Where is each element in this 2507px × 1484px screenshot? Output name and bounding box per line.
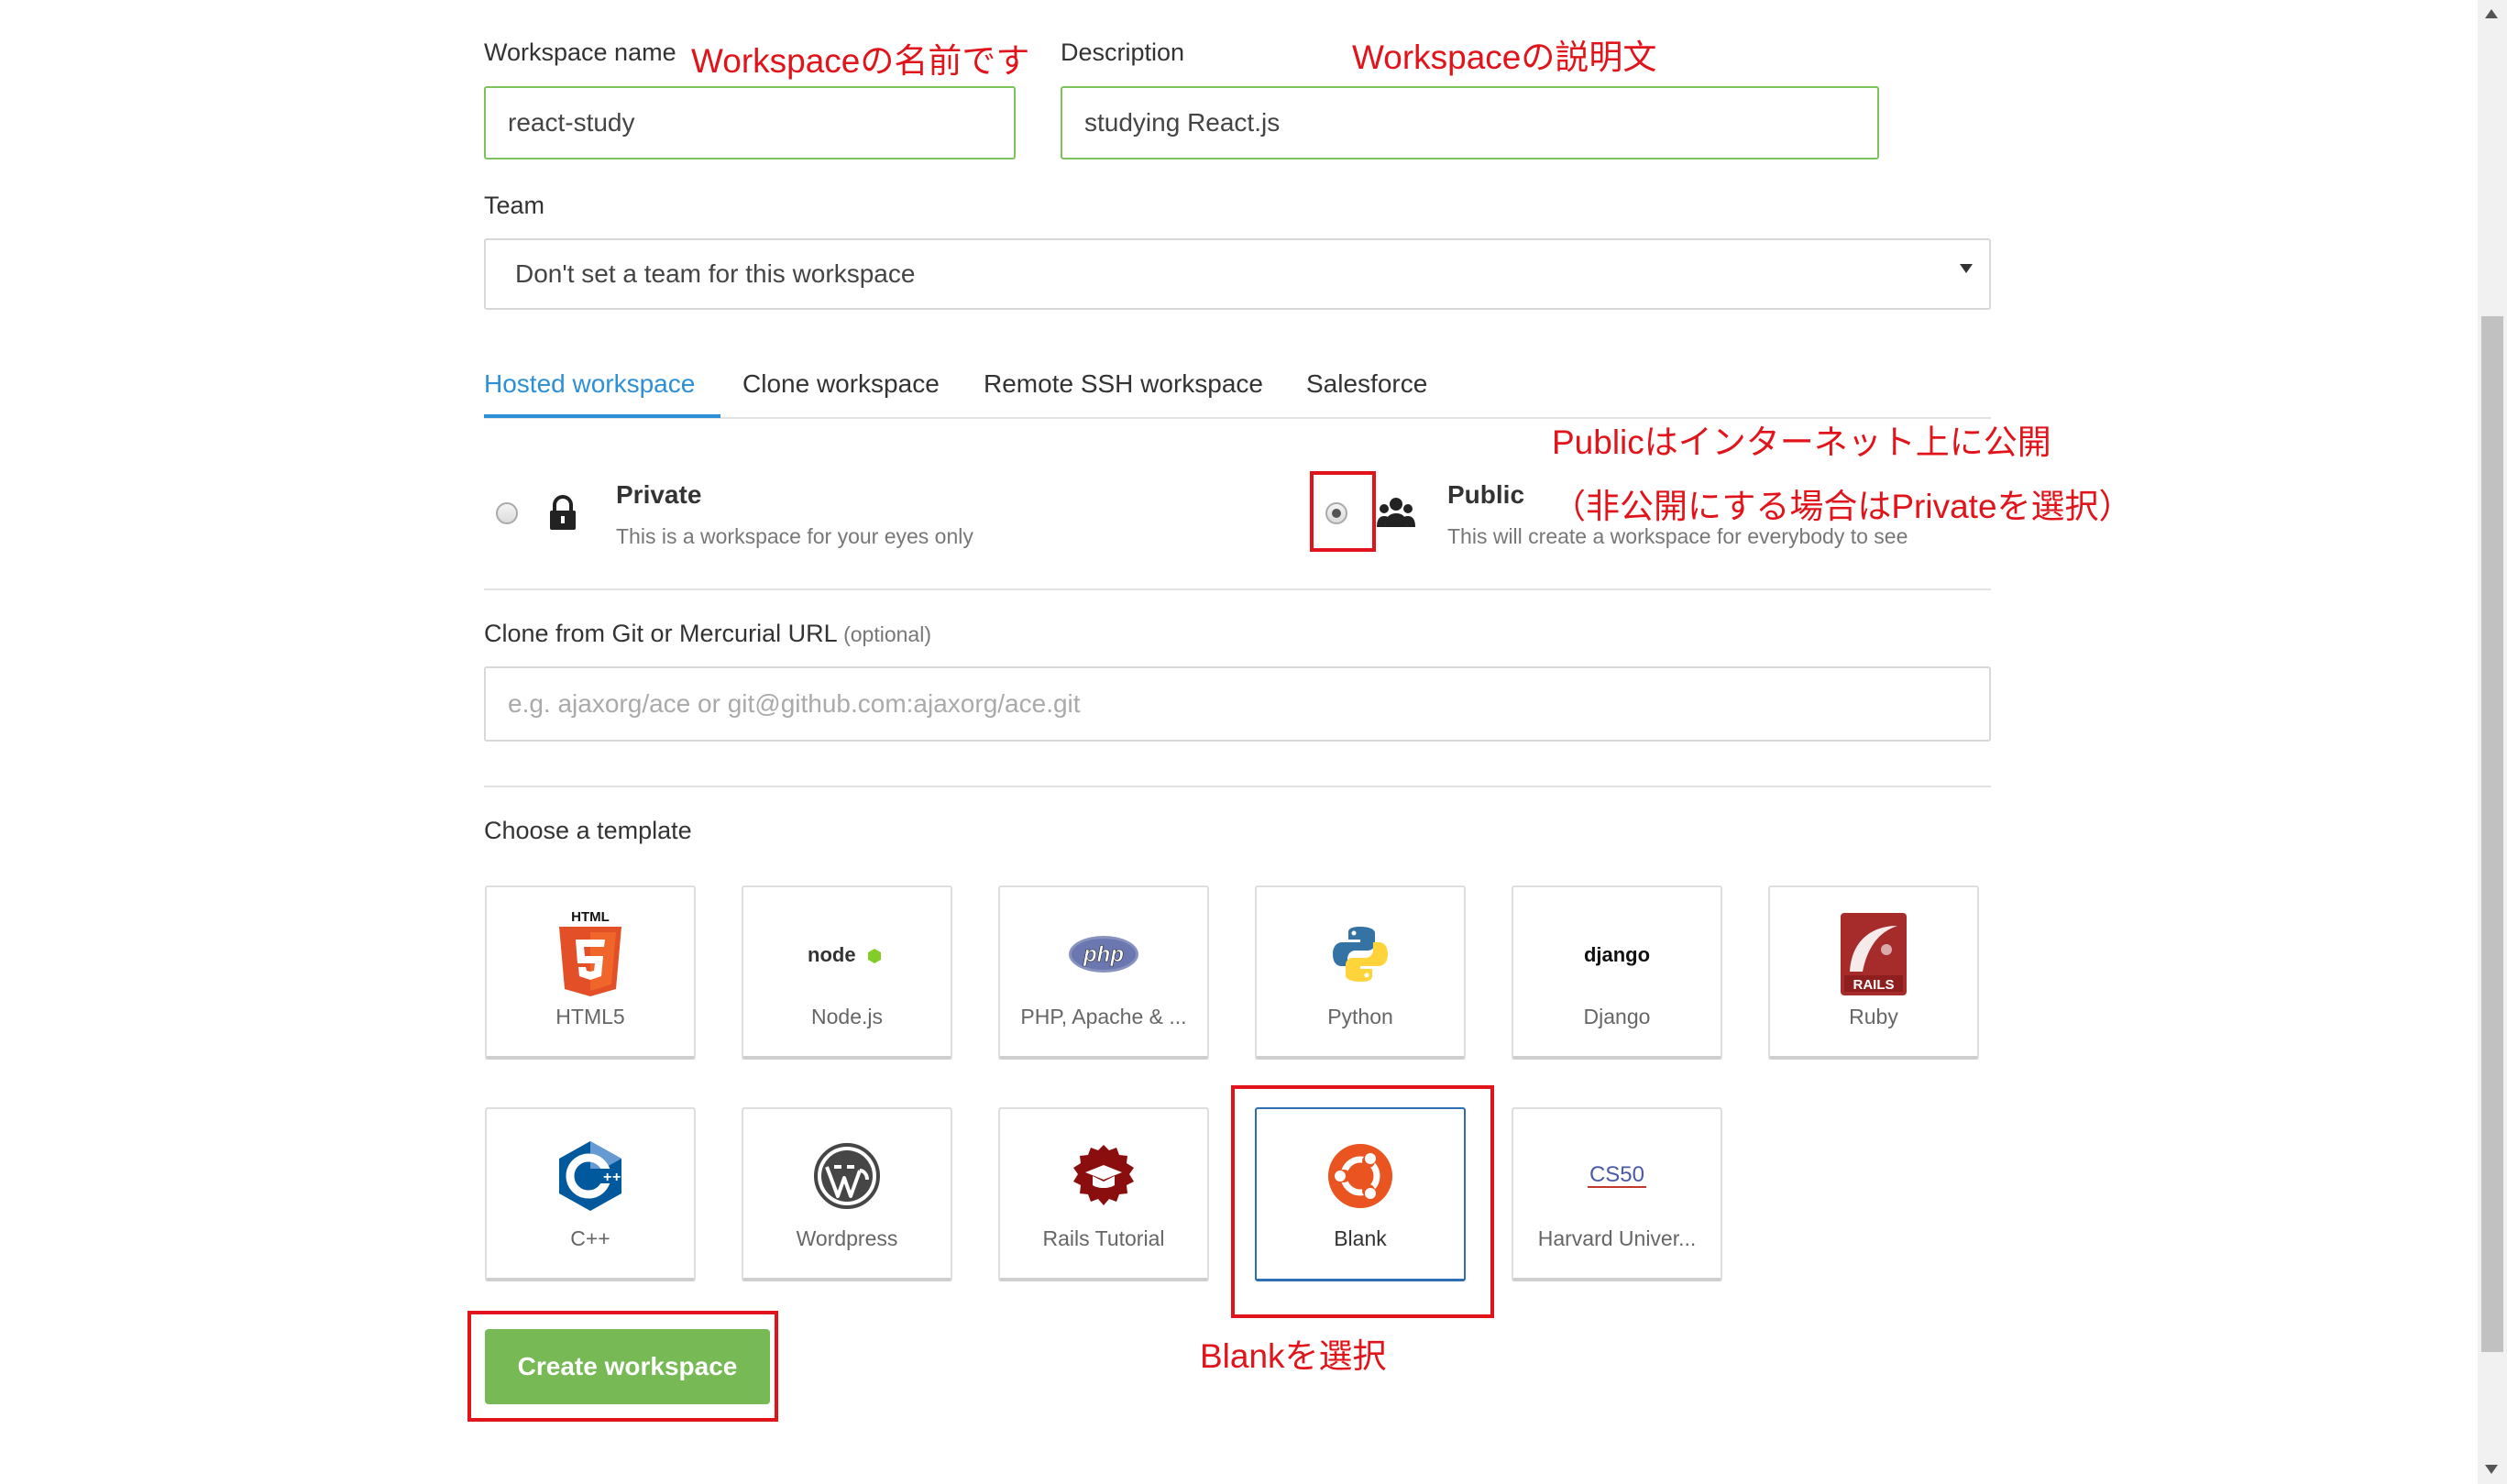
workspace-name-label: Workspace name xyxy=(484,38,676,66)
active-tab-indicator xyxy=(484,414,720,418)
wordpress-logo-icon xyxy=(743,1135,951,1217)
template-rails-tutorial[interactable]: Rails Tutorial xyxy=(998,1107,1209,1281)
annotation-blank: Blankを選択 xyxy=(1200,1337,1387,1375)
private-radio[interactable] xyxy=(496,502,518,524)
svg-text:django: django xyxy=(1584,943,1650,966)
python-logo-icon xyxy=(1257,913,1464,995)
svg-text:node: node xyxy=(808,943,856,966)
scroll-up-arrow-icon[interactable] xyxy=(2485,9,2498,18)
template-name: C++ xyxy=(570,1226,610,1250)
template-wordpress[interactable]: Wordpress xyxy=(742,1107,952,1281)
template-harvard-cs50[interactable]: CS50 Harvard Univer... xyxy=(1512,1107,1722,1281)
html5-logo-icon: HTML xyxy=(487,909,694,996)
template-name: PHP, Apache & ... xyxy=(1020,1005,1187,1028)
team-select[interactable]: Don't set a team for this workspace xyxy=(484,238,1991,310)
template-name: Wordpress xyxy=(796,1226,898,1250)
template-name: HTML5 xyxy=(555,1005,625,1028)
annotation-public-2: （非公開にする場合はPrivateを選択） xyxy=(1552,488,2133,525)
annotation-public-1: Publicはインターネット上に公開 xyxy=(1552,423,2051,461)
template-nodejs[interactable]: node Node.js xyxy=(742,885,952,1060)
annotation-description: Workspaceの説明文 xyxy=(1352,38,1657,76)
choose-template-label: Choose a template xyxy=(484,817,692,844)
workspace-name-input[interactable] xyxy=(484,86,1016,159)
template-cpp[interactable]: + + C++ xyxy=(485,1107,696,1281)
template-name: Ruby xyxy=(1849,1005,1898,1028)
svg-text:+: + xyxy=(612,1170,621,1185)
tab-salesforce[interactable]: Salesforce xyxy=(1306,369,1427,399)
tab-hosted-workspace[interactable]: Hosted workspace xyxy=(484,369,695,399)
cs50-logo-icon: CS50 xyxy=(1513,1135,1721,1217)
description-input[interactable] xyxy=(1061,86,1879,159)
template-name: Harvard Univer... xyxy=(1537,1226,1697,1250)
template-name: Node.js xyxy=(811,1005,883,1028)
clone-url-label: Clone from Git or Mercurial URL (optiona… xyxy=(484,620,931,648)
public-subtitle: This will create a workspace for everybo… xyxy=(1447,524,1908,548)
tab-remote-ssh-workspace[interactable]: Remote SSH workspace xyxy=(984,369,1263,399)
template-python[interactable]: Python xyxy=(1255,885,1466,1060)
clone-url-label-text: Clone from Git or Mercurial URL xyxy=(484,620,837,647)
team-select-value: Don't set a team for this workspace xyxy=(515,259,916,288)
svg-text:CS50: CS50 xyxy=(1589,1162,1644,1187)
rails-logo-icon: RAILS xyxy=(1770,913,1977,995)
team-label: Team xyxy=(484,192,545,219)
highlight-blank-template xyxy=(1231,1085,1494,1318)
template-django[interactable]: django Django xyxy=(1512,885,1722,1060)
template-html5[interactable]: HTML HTML5 xyxy=(485,885,696,1060)
php-logo-icon: php xyxy=(1000,913,1207,995)
template-name: Rails Tutorial xyxy=(1042,1226,1165,1250)
highlight-create-button xyxy=(467,1311,778,1422)
nodejs-logo-icon: node xyxy=(743,913,951,995)
rails-tutorial-logo-icon xyxy=(1000,1135,1207,1217)
public-title: Public xyxy=(1447,480,1525,509)
annotation-workspace-name: Workspaceの名前です xyxy=(691,42,1030,80)
private-subtitle: This is a workspace for your eyes only xyxy=(616,524,973,548)
clone-divider xyxy=(484,786,1991,787)
users-icon xyxy=(1377,498,1415,527)
svg-text:HTML: HTML xyxy=(571,909,610,925)
svg-text:php: php xyxy=(1083,942,1124,967)
scroll-down-arrow-icon[interactable] xyxy=(2485,1465,2498,1474)
private-title: Private xyxy=(616,480,702,509)
cpp-logo-icon: + + xyxy=(487,1135,694,1217)
visibility-divider xyxy=(484,588,1991,590)
svg-text:RAILS: RAILS xyxy=(1853,977,1895,993)
lock-icon xyxy=(550,495,576,530)
template-name: Django xyxy=(1583,1005,1651,1028)
template-php[interactable]: php PHP, Apache & ... xyxy=(998,885,1209,1060)
chevron-down-icon xyxy=(1960,264,1973,273)
highlight-public-radio xyxy=(1310,471,1376,552)
clone-url-input[interactable] xyxy=(484,666,1991,742)
svg-text:+: + xyxy=(603,1170,611,1185)
tab-clone-workspace[interactable]: Clone workspace xyxy=(742,369,940,399)
clone-url-optional: (optional) xyxy=(843,622,931,646)
django-logo-icon: django xyxy=(1513,913,1721,995)
description-label: Description xyxy=(1061,38,1185,66)
scrollbar-thumb[interactable] xyxy=(2481,316,2503,1352)
template-ruby[interactable]: RAILS Ruby xyxy=(1768,885,1979,1060)
template-name: Python xyxy=(1327,1005,1393,1028)
